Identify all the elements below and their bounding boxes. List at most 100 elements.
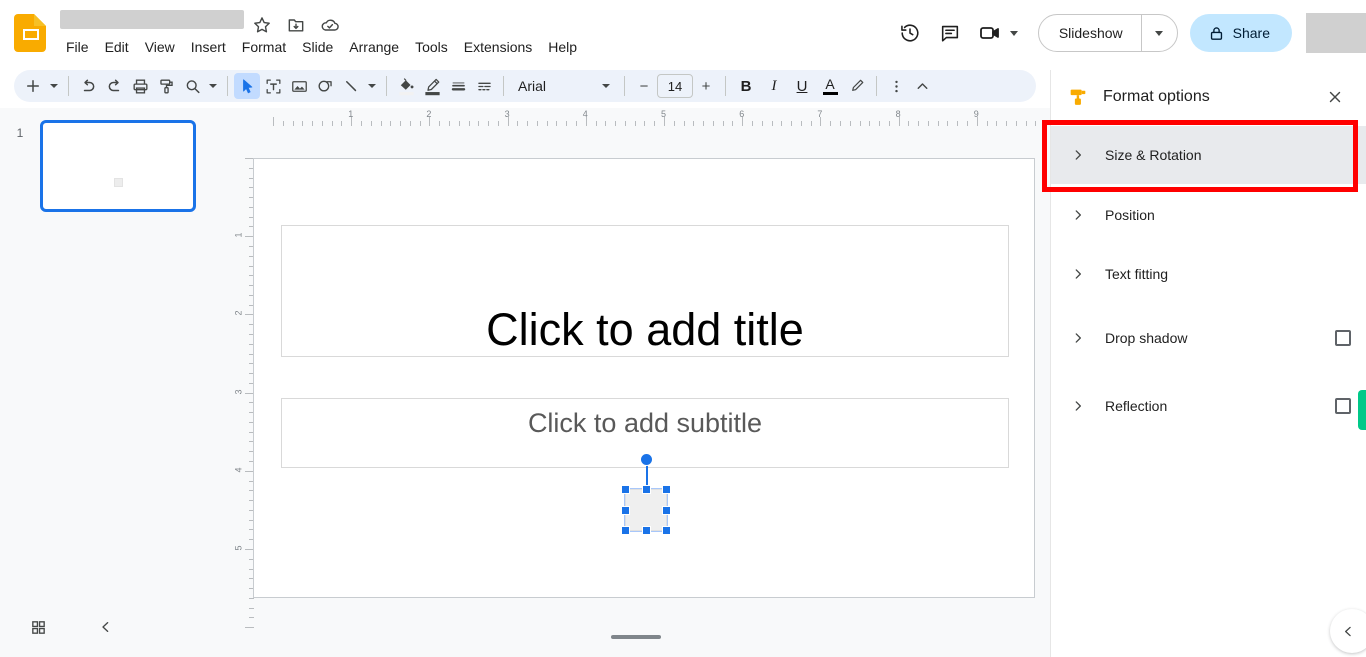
insert-image-button[interactable] bbox=[286, 73, 312, 99]
text-color-button[interactable]: A bbox=[816, 73, 844, 99]
video-camera-icon[interactable] bbox=[970, 13, 1010, 53]
horizontal-ruler[interactable]: 1 2 3 4 5 6 7 8 9 bbox=[254, 108, 1050, 126]
slideshow-chevron-down-icon[interactable] bbox=[1140, 15, 1177, 51]
slideshow-button[interactable]: Slideshow bbox=[1039, 15, 1141, 51]
menu-edit[interactable]: Edit bbox=[97, 35, 137, 59]
resize-handle-middle-left[interactable] bbox=[621, 505, 630, 515]
resize-handle-top-center[interactable] bbox=[641, 485, 651, 494]
menu-arrange[interactable]: Arrange bbox=[341, 35, 407, 59]
ruler-tick bbox=[918, 121, 920, 126]
decrease-font-size-button[interactable]: − bbox=[631, 73, 657, 99]
zoom-caret-down-icon[interactable] bbox=[205, 73, 221, 99]
font-family-select[interactable]: Arial bbox=[510, 73, 618, 99]
bold-button[interactable]: B bbox=[732, 73, 760, 99]
font-size-input[interactable]: 14 bbox=[657, 74, 693, 98]
menu-insert[interactable]: Insert bbox=[183, 35, 234, 59]
title-placeholder[interactable]: Click to add title bbox=[281, 225, 1009, 357]
drop-shadow-checkbox[interactable] bbox=[1335, 330, 1351, 346]
selected-square-shape[interactable] bbox=[625, 489, 667, 531]
grid-view-icon[interactable] bbox=[20, 609, 56, 645]
star-icon[interactable] bbox=[252, 15, 272, 35]
line-caret-down-icon[interactable] bbox=[364, 73, 380, 99]
italic-button[interactable]: I bbox=[760, 73, 788, 99]
menu-format[interactable]: Format bbox=[234, 35, 294, 59]
ruler-tick bbox=[830, 121, 832, 126]
format-row-drop-shadow[interactable]: Drop shadow bbox=[1051, 309, 1366, 367]
resize-handle-top-left[interactable] bbox=[621, 485, 630, 494]
format-row-text-fitting[interactable]: Text fitting bbox=[1051, 245, 1366, 303]
line-button[interactable] bbox=[338, 73, 364, 99]
ruler-tick bbox=[488, 121, 490, 126]
comment-icon[interactable] bbox=[930, 13, 970, 53]
menu-extensions[interactable]: Extensions bbox=[456, 35, 540, 59]
format-row-position[interactable]: Position bbox=[1051, 186, 1366, 244]
new-slide-caret-down-icon[interactable] bbox=[46, 73, 62, 99]
border-dash-button[interactable] bbox=[471, 73, 497, 99]
format-row-size-and-rotation[interactable]: Size & Rotation bbox=[1051, 126, 1366, 184]
new-slide-button[interactable] bbox=[20, 73, 46, 99]
speaker-notes-drag-handle[interactable] bbox=[611, 635, 661, 639]
format-row-reflection[interactable]: Reflection bbox=[1051, 377, 1366, 435]
document-title-redacted[interactable] bbox=[60, 10, 244, 29]
avatar[interactable] bbox=[1306, 13, 1366, 53]
menu-help[interactable]: Help bbox=[540, 35, 585, 59]
menu-file[interactable]: File bbox=[58, 35, 97, 59]
increase-font-size-button[interactable]: + bbox=[693, 73, 719, 99]
border-color-button[interactable] bbox=[419, 73, 445, 99]
share-button[interactable]: Share bbox=[1189, 14, 1292, 52]
ruler-tick bbox=[937, 121, 939, 126]
cloud-saved-icon[interactable] bbox=[320, 15, 340, 35]
version-history-icon[interactable] bbox=[890, 13, 930, 53]
reflection-checkbox[interactable] bbox=[1335, 398, 1351, 414]
shape-button[interactable] bbox=[312, 73, 338, 99]
menu-tools[interactable]: Tools bbox=[407, 35, 456, 59]
undo-button[interactable] bbox=[75, 73, 101, 99]
more-vertical-icon[interactable] bbox=[883, 73, 909, 99]
highlight-pen-icon[interactable] bbox=[844, 73, 870, 99]
redo-button[interactable] bbox=[101, 73, 127, 99]
expand-sidebar-chevron-left-icon[interactable] bbox=[1330, 609, 1366, 653]
format-row-label: Drop shadow bbox=[1105, 330, 1188, 346]
chevron-right-icon bbox=[1071, 331, 1093, 345]
close-icon[interactable] bbox=[1319, 81, 1351, 113]
slide-editing-surface[interactable]: Click to add title Click to add subtitle bbox=[253, 158, 1035, 598]
menu-view[interactable]: View bbox=[137, 35, 183, 59]
move-to-folder-icon[interactable] bbox=[286, 15, 306, 35]
share-label: Share bbox=[1232, 25, 1270, 41]
ruler-tick bbox=[849, 121, 851, 126]
vertical-ruler[interactable]: 1 2 3 4 5 bbox=[234, 122, 254, 632]
resize-handle-top-right[interactable] bbox=[662, 485, 671, 494]
ruler-tick bbox=[1045, 121, 1047, 126]
text-box-button[interactable] bbox=[260, 73, 286, 99]
collapse-toolbar-chevron-up-icon[interactable] bbox=[909, 73, 935, 99]
resize-handle-bottom-left[interactable] bbox=[621, 526, 630, 535]
slide-thumbnail-1[interactable] bbox=[40, 120, 196, 212]
fill-color-button[interactable] bbox=[393, 73, 419, 99]
slides-logo-icon[interactable] bbox=[14, 14, 48, 52]
print-button[interactable] bbox=[127, 73, 153, 99]
meet-button-group[interactable] bbox=[970, 13, 1026, 53]
rotation-handle[interactable] bbox=[640, 453, 653, 466]
side-green-tab[interactable] bbox=[1358, 390, 1366, 430]
underline-button[interactable]: U bbox=[788, 73, 816, 99]
select-tool-button[interactable] bbox=[234, 73, 260, 99]
format-row-label: Position bbox=[1105, 207, 1155, 223]
menu-slide[interactable]: Slide bbox=[294, 35, 341, 59]
border-weight-button[interactable] bbox=[445, 73, 471, 99]
ruler-tick bbox=[249, 617, 254, 619]
ruler-tick bbox=[888, 121, 890, 126]
resize-handle-bottom-right[interactable] bbox=[662, 526, 671, 535]
zoom-button[interactable] bbox=[179, 73, 205, 99]
lock-icon bbox=[1210, 26, 1222, 40]
ruler-label: 7 bbox=[817, 109, 823, 119]
title-placeholder-text: Click to add title bbox=[486, 304, 804, 355]
meet-chevron-down-icon[interactable] bbox=[1009, 30, 1018, 36]
collapse-filmstrip-chevron-left-icon[interactable] bbox=[88, 609, 124, 645]
bold-label: B bbox=[740, 77, 752, 95]
paint-format-button[interactable] bbox=[153, 73, 179, 99]
format-row-label: Reflection bbox=[1105, 398, 1168, 414]
ruler-tick bbox=[527, 121, 529, 126]
ruler-label: 3 bbox=[234, 389, 244, 395]
resize-handle-bottom-center[interactable] bbox=[641, 526, 651, 535]
resize-handle-middle-right[interactable] bbox=[662, 505, 671, 515]
